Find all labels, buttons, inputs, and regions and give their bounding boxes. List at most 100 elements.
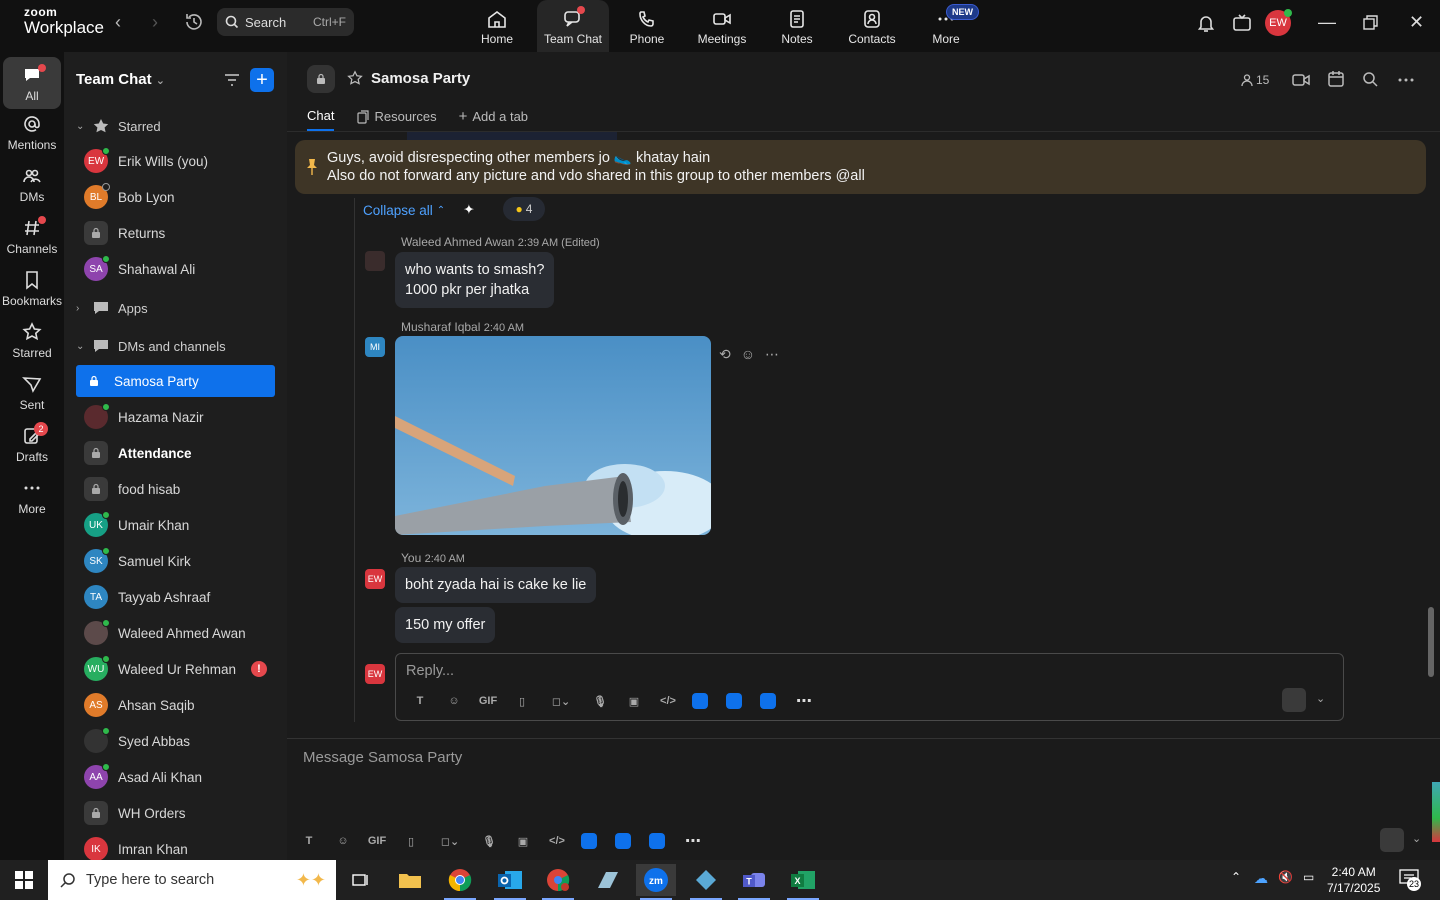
rail-more[interactable]: More: [0, 478, 64, 516]
file-explorer-icon[interactable]: [390, 864, 430, 896]
screenshot-icon[interactable]: ◻⌄: [546, 691, 576, 711]
tab-phone[interactable]: Phone: [611, 0, 683, 52]
network-icon[interactable]: ▭: [1303, 870, 1314, 884]
more-options-icon[interactable]: ⋯: [765, 346, 779, 363]
tab-more[interactable]: More NEW: [910, 0, 982, 52]
whiteboard-app-icon[interactable]: [615, 833, 631, 849]
rail-all[interactable]: All: [3, 57, 61, 109]
message-bubble[interactable]: 150 my offer: [395, 607, 496, 643]
sidebar-item-samuel-kirk[interactable]: SK Samuel Kirk: [76, 545, 275, 577]
new-chat-button[interactable]: +: [250, 68, 274, 92]
chrome-icon[interactable]: [440, 864, 480, 900]
back-arrow-icon[interactable]: ‹: [115, 12, 121, 33]
docs-app-icon[interactable]: [581, 833, 597, 849]
emoji-icon[interactable]: ☺: [444, 691, 464, 711]
star-icon[interactable]: [347, 70, 363, 86]
sidebar-item-tayyab-ashraaf[interactable]: TA Tayyab Ashraaf: [76, 581, 275, 613]
more-dots-icon[interactable]: ⋯: [794, 691, 814, 711]
message-bubble[interactable]: boht zyada hai is cake ke lie: [395, 567, 597, 603]
sidebar-item-erik-wills[interactable]: EW Erik Wills (you): [76, 145, 275, 177]
notifications-icon[interactable]: 23: [1399, 869, 1421, 891]
format-text-icon[interactable]: T: [410, 691, 430, 711]
send-button[interactable]: [1282, 688, 1306, 712]
chevron-up-icon[interactable]: ⌃: [1231, 870, 1241, 884]
sidebar-item-shahawal-ali[interactable]: SA Shahawal Ali: [76, 253, 275, 285]
section-apps[interactable]: › Apps: [76, 300, 148, 316]
sidebar-item-attendance[interactable]: Attendance: [76, 437, 275, 469]
sidebar-item-food-hisab[interactable]: food hisab: [76, 473, 275, 505]
file-icon[interactable]: ▯: [401, 831, 421, 851]
rail-bookmarks[interactable]: Bookmarks: [0, 270, 64, 308]
screenshot-icon[interactable]: ◻⌄: [435, 831, 465, 851]
section-starred[interactable]: ⌄ Starred: [76, 118, 161, 134]
user-avatar[interactable]: EW: [1265, 9, 1292, 36]
search-icon[interactable]: [1361, 70, 1379, 88]
app-icon[interactable]: [588, 864, 628, 896]
outlook-icon[interactable]: [490, 864, 530, 900]
onedrive-icon[interactable]: ☁: [1254, 870, 1268, 887]
teams-icon[interactable]: T: [734, 864, 774, 900]
forward-arrow-icon[interactable]: ›: [152, 12, 158, 33]
bell-icon[interactable]: [1195, 12, 1217, 34]
sidebar-item-returns[interactable]: Returns: [76, 217, 275, 249]
rail-drafts[interactable]: Drafts 2: [0, 422, 64, 464]
members-button[interactable]: 15: [1240, 70, 1269, 90]
video-icon[interactable]: [1291, 70, 1311, 90]
reaction-chip[interactable]: ● 4: [503, 197, 545, 221]
excel-icon[interactable]: X: [783, 864, 823, 900]
add-reaction-icon[interactable]: ☺: [741, 346, 755, 363]
rail-channels[interactable]: Channels: [0, 216, 64, 256]
tab-add[interactable]: + Add a tab: [459, 108, 528, 131]
rail-starred[interactable]: Starred: [0, 322, 64, 360]
tab-resources[interactable]: Resources: [356, 108, 437, 131]
sparkle-icon[interactable]: ✦: [463, 202, 474, 218]
chevron-down-icon[interactable]: ⌄: [1316, 692, 1325, 705]
sidebar-item-ahsan-saqib[interactable]: AS Ahsan Saqib: [76, 689, 275, 721]
emoji-icon[interactable]: ☺: [333, 831, 353, 851]
sidebar-item-asad-ali-khan[interactable]: AA Asad Ali Khan: [76, 761, 275, 793]
windows-start-icon[interactable]: [15, 871, 33, 889]
task-view-icon[interactable]: [340, 864, 380, 896]
shared-image[interactable]: [395, 336, 711, 535]
sidebar-item-samosa-party[interactable]: Samosa Party: [76, 365, 275, 397]
minimize-icon[interactable]: —: [1318, 12, 1336, 33]
chevron-down-icon[interactable]: ⌄: [1412, 832, 1421, 845]
scrollbar[interactable]: [1428, 607, 1434, 677]
microphone-icon[interactable]: 🎙: [479, 831, 499, 851]
code-icon[interactable]: </>: [547, 831, 567, 851]
video-message-icon[interactable]: ▣: [624, 691, 644, 711]
whiteboard-icon[interactable]: [1231, 12, 1253, 34]
chrome-profile-icon[interactable]: [538, 864, 578, 900]
whiteboard-app-icon[interactable]: [726, 693, 742, 709]
tab-meetings[interactable]: Meetings: [686, 0, 758, 52]
docs-app-icon[interactable]: [692, 693, 708, 709]
more-dots-icon[interactable]: ⋯: [683, 831, 703, 851]
restore-icon[interactable]: [1362, 14, 1380, 32]
code-icon[interactable]: </>: [658, 691, 678, 711]
gif-icon[interactable]: GIF: [367, 831, 387, 851]
sidebar-item-waleed-ahmed-awan[interactable]: Waleed Ahmed Awan: [76, 617, 275, 649]
tab-team-chat[interactable]: Team Chat: [537, 0, 609, 52]
gif-icon[interactable]: GIF: [478, 691, 498, 711]
filter-icon[interactable]: [222, 70, 242, 90]
zoom-app-icon[interactable]: zm: [636, 864, 676, 900]
pinned-message-banner[interactable]: Guys, avoid disrespecting other members …: [295, 140, 1426, 194]
reply-input[interactable]: Reply... T ☺ GIF ▯ ◻⌄ 🎙 ▣ </> ⋯ ⌄: [395, 653, 1344, 721]
tab-contacts[interactable]: Contacts: [836, 0, 908, 52]
reply-icon[interactable]: ⟲: [719, 346, 731, 363]
section-dms-channels[interactable]: ⌄ DMs and channels: [76, 338, 226, 354]
sidebar-item-wh-orders[interactable]: WH Orders: [76, 797, 275, 829]
rail-dms[interactable]: DMs: [0, 166, 64, 204]
search-box[interactable]: Search Ctrl+F: [217, 8, 354, 36]
message-bubble[interactable]: who wants to smash? 1000 pkr per jhatka: [395, 252, 555, 308]
more-options-icon[interactable]: [1396, 70, 1416, 90]
rail-sent[interactable]: Sent: [0, 374, 64, 412]
sidebar-item-waleed-ur-rehman[interactable]: WU Waleed Ur Rehman !: [76, 653, 275, 685]
sidebar-item-umair-khan[interactable]: UK Umair Khan: [76, 509, 275, 541]
volume-icon[interactable]: 🔇: [1278, 870, 1293, 884]
history-icon[interactable]: [183, 11, 205, 33]
tab-chat[interactable]: Chat: [307, 108, 335, 131]
send-button[interactable]: [1380, 828, 1404, 852]
system-clock[interactable]: 2:40 AM 7/17/2025: [1327, 864, 1380, 896]
tab-home[interactable]: Home: [461, 0, 533, 52]
